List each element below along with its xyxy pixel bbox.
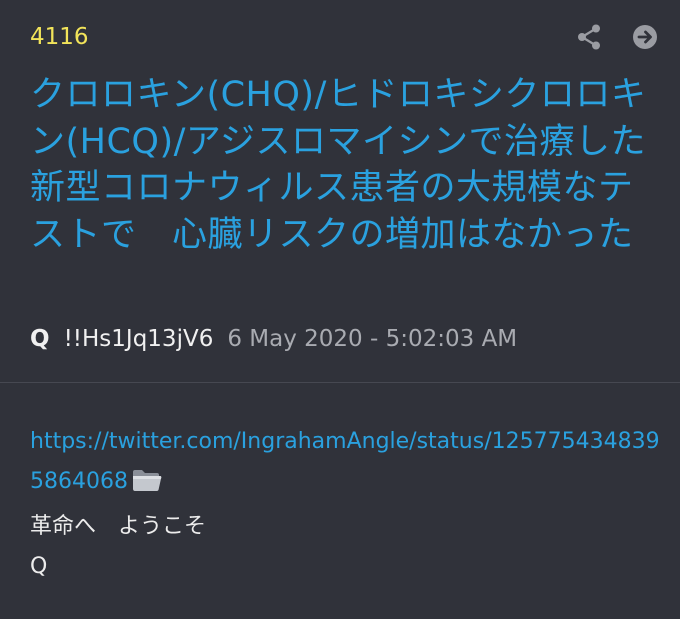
post-body: https://twitter.com/IngrahamAngle/status…	[30, 422, 660, 587]
arrow-right-circle-icon	[633, 25, 657, 49]
message-line: 革命へ ようこそ	[30, 514, 207, 539]
post-header: 4116 クロロキン(CHQ)/ヒドロキシクロロキン(HCQ)/アジスロマイシン…	[0, 0, 680, 383]
post-number[interactable]: 4116	[30, 22, 89, 52]
tweet-link[interactable]: https://twitter.com/IngrahamAngle/status…	[30, 429, 660, 494]
tripcode: !!Hs1Jq13jV6	[63, 326, 214, 352]
next-post-button[interactable]	[630, 22, 660, 52]
post-meta: Q !!Hs1Jq13jV6 6 May 2020 - 5:02:03 AM	[30, 322, 517, 356]
share-button[interactable]	[574, 22, 604, 52]
post-title: クロロキン(CHQ)/ヒドロキシクロロキン(HCQ)/アジスロマイシンで治療した…	[30, 75, 680, 255]
author-name: Q	[30, 326, 50, 352]
post-timestamp: 6 May 2020 - 5:02:03 AM	[227, 326, 518, 352]
link-line: https://twitter.com/IngrahamAngle/status…	[30, 422, 660, 507]
folder-icon[interactable]	[131, 467, 163, 507]
share-icon	[578, 24, 600, 50]
signature-line: Q	[30, 554, 48, 579]
